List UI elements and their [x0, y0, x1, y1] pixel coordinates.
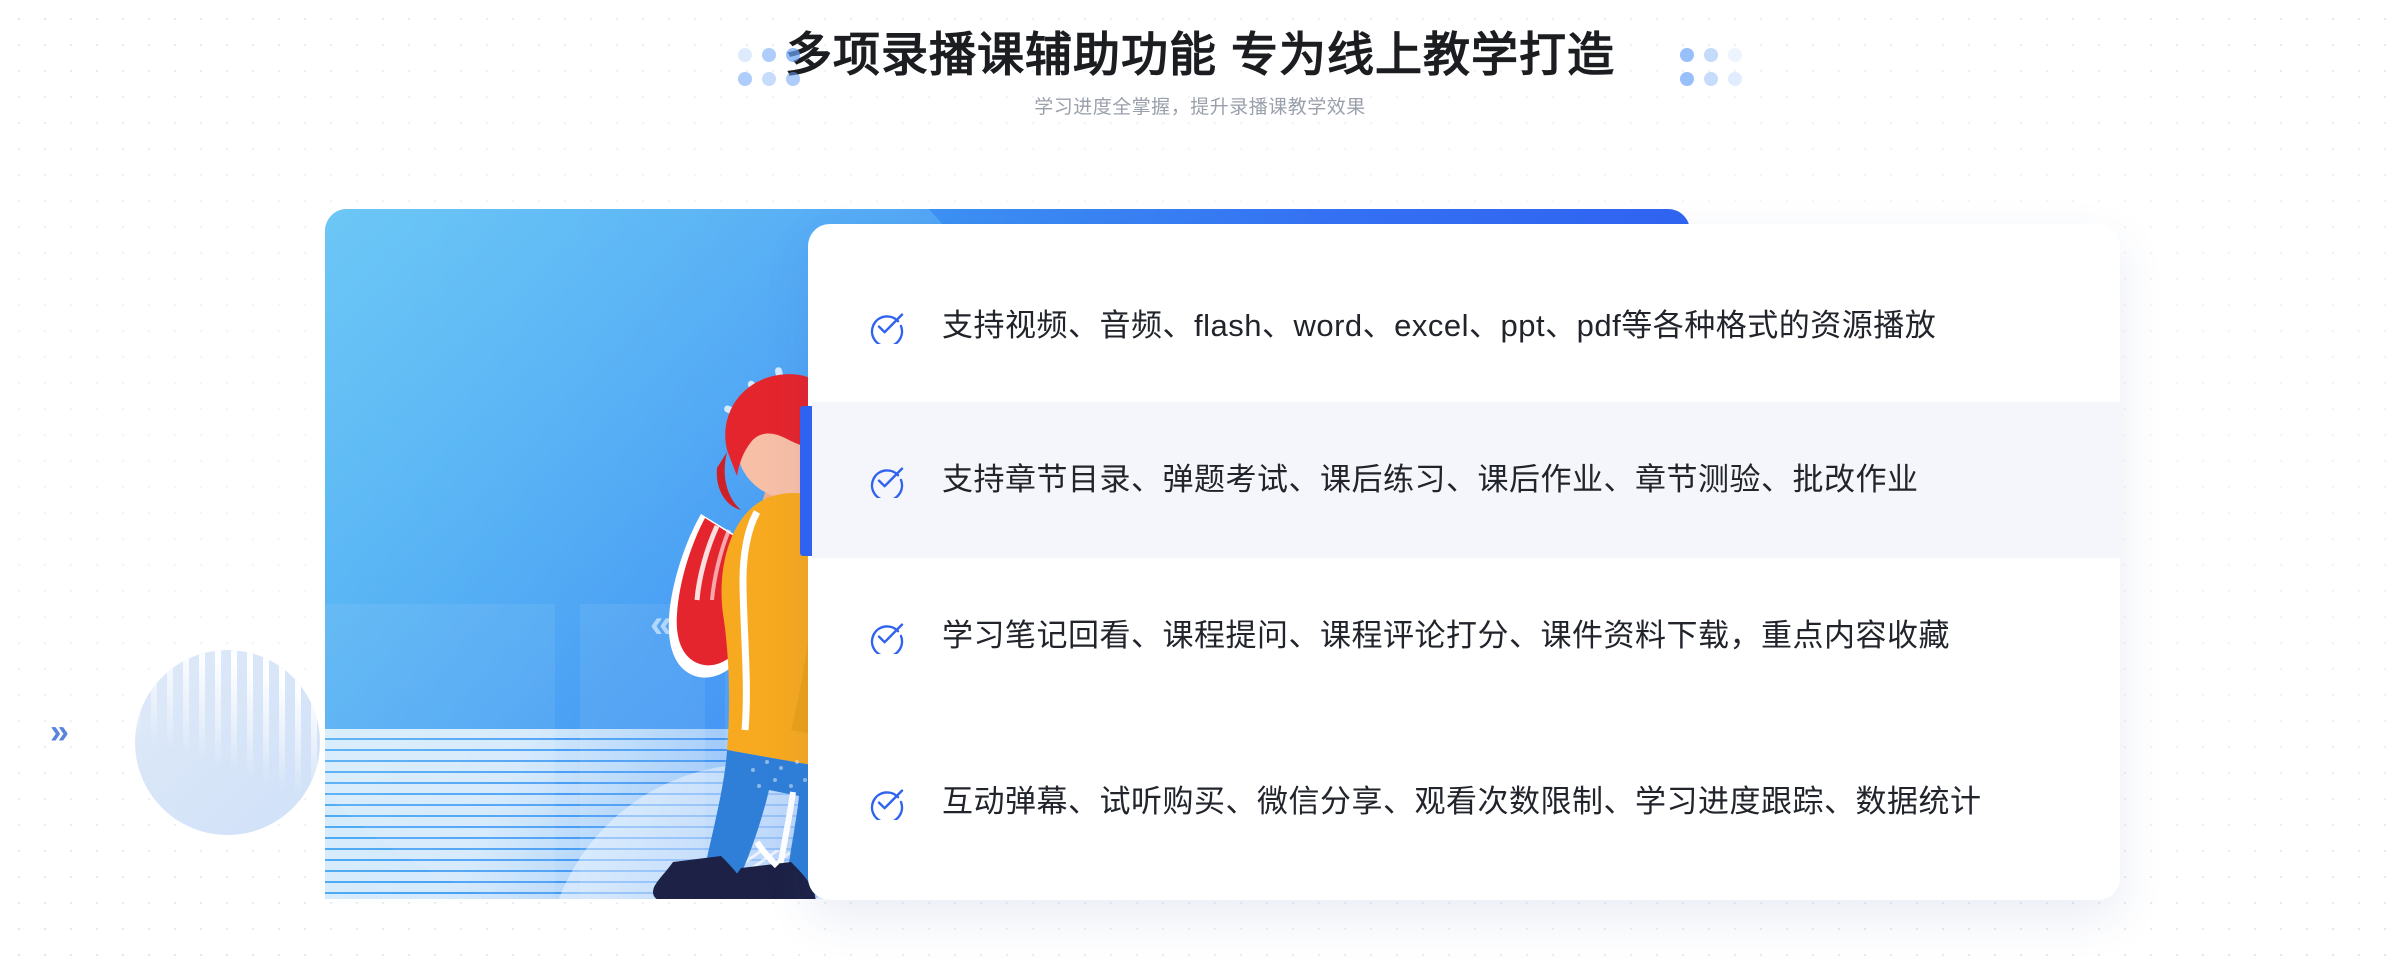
decoration-dot [1728, 48, 1742, 62]
list-item-label: 支持视频、音频、flash、word、excel、ppt、pdf等各种格式的资源… [942, 308, 1937, 343]
dot-grid-decoration-right [1680, 48, 1742, 86]
decoration-dot [1728, 72, 1742, 86]
check-circle-icon [870, 623, 904, 654]
striped-circle-overlay [135, 650, 320, 835]
list-item[interactable]: 支持章节目录、弹题考试、课后练习、课后作业、章节测验、批改作业 [808, 402, 2120, 558]
list-item[interactable]: 支持视频、音频、flash、word、excel、ppt、pdf等各种格式的资源… [808, 248, 2120, 404]
decoration-dot [1680, 48, 1694, 62]
decoration-dot [762, 48, 776, 62]
decoration-dot [762, 72, 776, 86]
page-header: 多项录播课辅助功能 专为线上教学打造 学习进度全掌握，提升录播课教学效果 [0, 0, 2400, 122]
list-item-label: 学习笔记回看、课程提问、课程评论打分、课件资料下载，重点内容收藏 [942, 618, 1950, 653]
page-title: 多项录播课辅助功能 专为线上教学打造 [784, 28, 1616, 81]
check-circle-icon [870, 467, 904, 498]
list-item[interactable]: 互动弹幕、试听购买、微信分享、观看次数限制、学习进度跟踪、数据统计 [808, 724, 2120, 880]
list-item-label: 互动弹幕、试听购买、微信分享、观看次数限制、学习进度跟踪、数据统计 [942, 784, 1982, 819]
decoration-dot [738, 72, 752, 86]
decoration-dot [738, 48, 752, 62]
dot-grid-decoration-left [738, 48, 800, 86]
list-item-label: 支持章节目录、弹题考试、课后练习、课后作业、章节测验、批改作业 [942, 462, 1919, 497]
chevron-double-right-icon: » [50, 713, 69, 751]
decoration-dot [1704, 48, 1718, 62]
decoration-dot [786, 48, 800, 62]
list-item[interactable]: 学习笔记回看、课程提问、课程评论打分、课件资料下载，重点内容收藏 [808, 558, 2120, 714]
decoration-dot [786, 72, 800, 86]
feature-list: 支持视频、音频、flash、word、excel、ppt、pdf等各种格式的资源… [808, 224, 2120, 900]
decoration-dot [1680, 72, 1694, 86]
check-circle-icon [870, 789, 904, 820]
check-circle-icon [870, 313, 904, 344]
page-subtitle: 学习进度全掌握，提升录播课教学效果 [1034, 97, 1366, 118]
decoration-dot [1704, 72, 1718, 86]
